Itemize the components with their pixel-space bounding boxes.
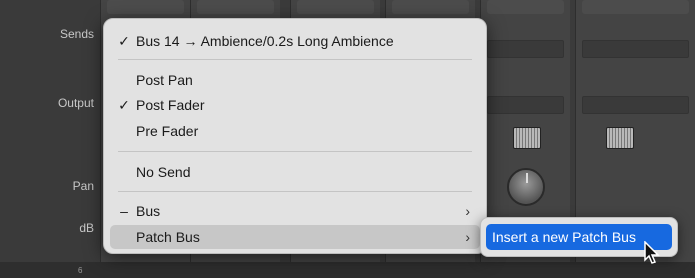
plugin-thumbnail-icon[interactable] xyxy=(513,127,541,149)
pan-knob-icon[interactable] xyxy=(507,168,545,206)
send-context-menu: ✓ Bus 14 → Ambience/0.2s Long Ambience P… xyxy=(103,18,487,254)
menu-item-label: Bus 14 → Ambience/0.2s Long Ambience xyxy=(136,33,394,49)
menu-item-label: Pre Fader xyxy=(136,123,199,139)
menu-item-pre-fader[interactable]: Pre Fader xyxy=(110,119,480,143)
send-slot[interactable] xyxy=(487,40,564,58)
menu-item-no-send[interactable]: No Send xyxy=(110,160,480,184)
checkmark-icon: ✓ xyxy=(118,33,130,49)
mixer-row-labels: Sends Output Pan dB xyxy=(0,0,100,278)
scale-tick: 6 xyxy=(78,266,83,275)
menu-item-post-fader[interactable]: ✓ Post Fader xyxy=(110,93,480,117)
pan-label: Pan xyxy=(72,179,94,193)
pointer-arrow-icon xyxy=(644,241,660,264)
menu-item-patch-bus[interactable]: Patch Bus › xyxy=(110,225,480,249)
output-slot[interactable] xyxy=(487,96,564,114)
plugin-thumbnail-icon[interactable] xyxy=(606,127,634,149)
menu-item-bus[interactable]: – Bus › xyxy=(110,199,480,223)
menu-item-label: Bus xyxy=(136,203,161,219)
fader-scale-row xyxy=(0,262,695,278)
checkmark-icon: ✓ xyxy=(118,97,130,113)
chevron-right-icon: › xyxy=(465,203,470,219)
output-label: Output xyxy=(57,96,94,110)
menu-item-bus-14-ambience[interactable]: ✓ Bus 14 → Ambience/0.2s Long Ambience xyxy=(110,29,480,53)
menu-item-label: Post Fader xyxy=(136,97,205,113)
db-label: dB xyxy=(79,221,94,235)
menu-separator xyxy=(118,59,472,60)
menu-separator xyxy=(118,151,472,152)
menu-item-label: Patch Bus xyxy=(136,229,200,245)
menu-item-post-pan[interactable]: Post Pan xyxy=(110,68,480,92)
menu-separator xyxy=(118,191,472,192)
send-slot[interactable] xyxy=(582,40,689,58)
chevron-right-icon: › xyxy=(465,229,470,245)
menu-item-label: Post Pan xyxy=(136,72,193,88)
output-slot[interactable] xyxy=(582,96,689,114)
dash-mark-icon: – xyxy=(120,203,128,219)
menu-item-label: No Send xyxy=(136,164,191,180)
sends-label: Sends xyxy=(59,27,94,41)
